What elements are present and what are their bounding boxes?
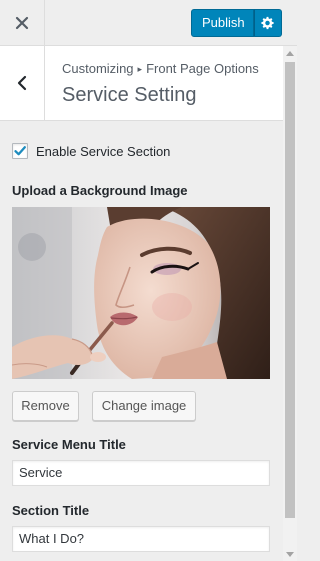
change-image-button[interactable]: Change image: [92, 391, 196, 421]
background-image-preview[interactable]: [12, 207, 270, 379]
enable-service-checkbox[interactable]: [12, 143, 28, 159]
customizer-header: Publish: [0, 0, 297, 46]
scrollbar-thumb[interactable]: [285, 62, 295, 518]
woman-makeup-photo: [12, 207, 270, 379]
close-button[interactable]: [0, 0, 45, 45]
breadcrumb-separator: ▸: [137, 64, 143, 74]
scrollbar[interactable]: [283, 46, 297, 561]
back-button[interactable]: [0, 46, 45, 120]
publish-settings-button[interactable]: [254, 9, 282, 37]
page-title: Service Setting: [62, 84, 197, 106]
checkmark-icon: [14, 146, 26, 156]
publish-button[interactable]: Publish: [191, 9, 254, 37]
background-image-label: Upload a Background Image: [12, 183, 188, 198]
enable-service-checkbox-row: Enable Service Section: [12, 143, 170, 159]
close-icon: [15, 16, 29, 29]
breadcrumb-parent: Front Page Options: [146, 61, 259, 76]
enable-service-label[interactable]: Enable Service Section: [36, 144, 170, 159]
section-title-input[interactable]: What I Do?: [12, 526, 270, 552]
service-menu-title-label: Service Menu Title: [12, 437, 126, 452]
section-title-label: Section Title: [12, 503, 90, 518]
scroll-up-icon[interactable]: [283, 46, 297, 60]
scroll-down-icon[interactable]: [283, 547, 297, 561]
chevron-left-icon: [17, 75, 27, 91]
breadcrumb-root: Customizing: [62, 61, 134, 76]
section-header: Customizing ▸ Front Page Options Service S…: [0, 46, 283, 121]
gear-icon: [261, 16, 274, 30]
breadcrumb: Customizing ▸ Front Page Options: [62, 61, 259, 76]
service-menu-title-input[interactable]: Service: [12, 460, 270, 486]
publish-group: Publish: [191, 9, 282, 37]
section-controls: Enable Service Section Upload a Backgrou…: [0, 121, 283, 561]
remove-image-button[interactable]: Remove: [12, 391, 79, 421]
